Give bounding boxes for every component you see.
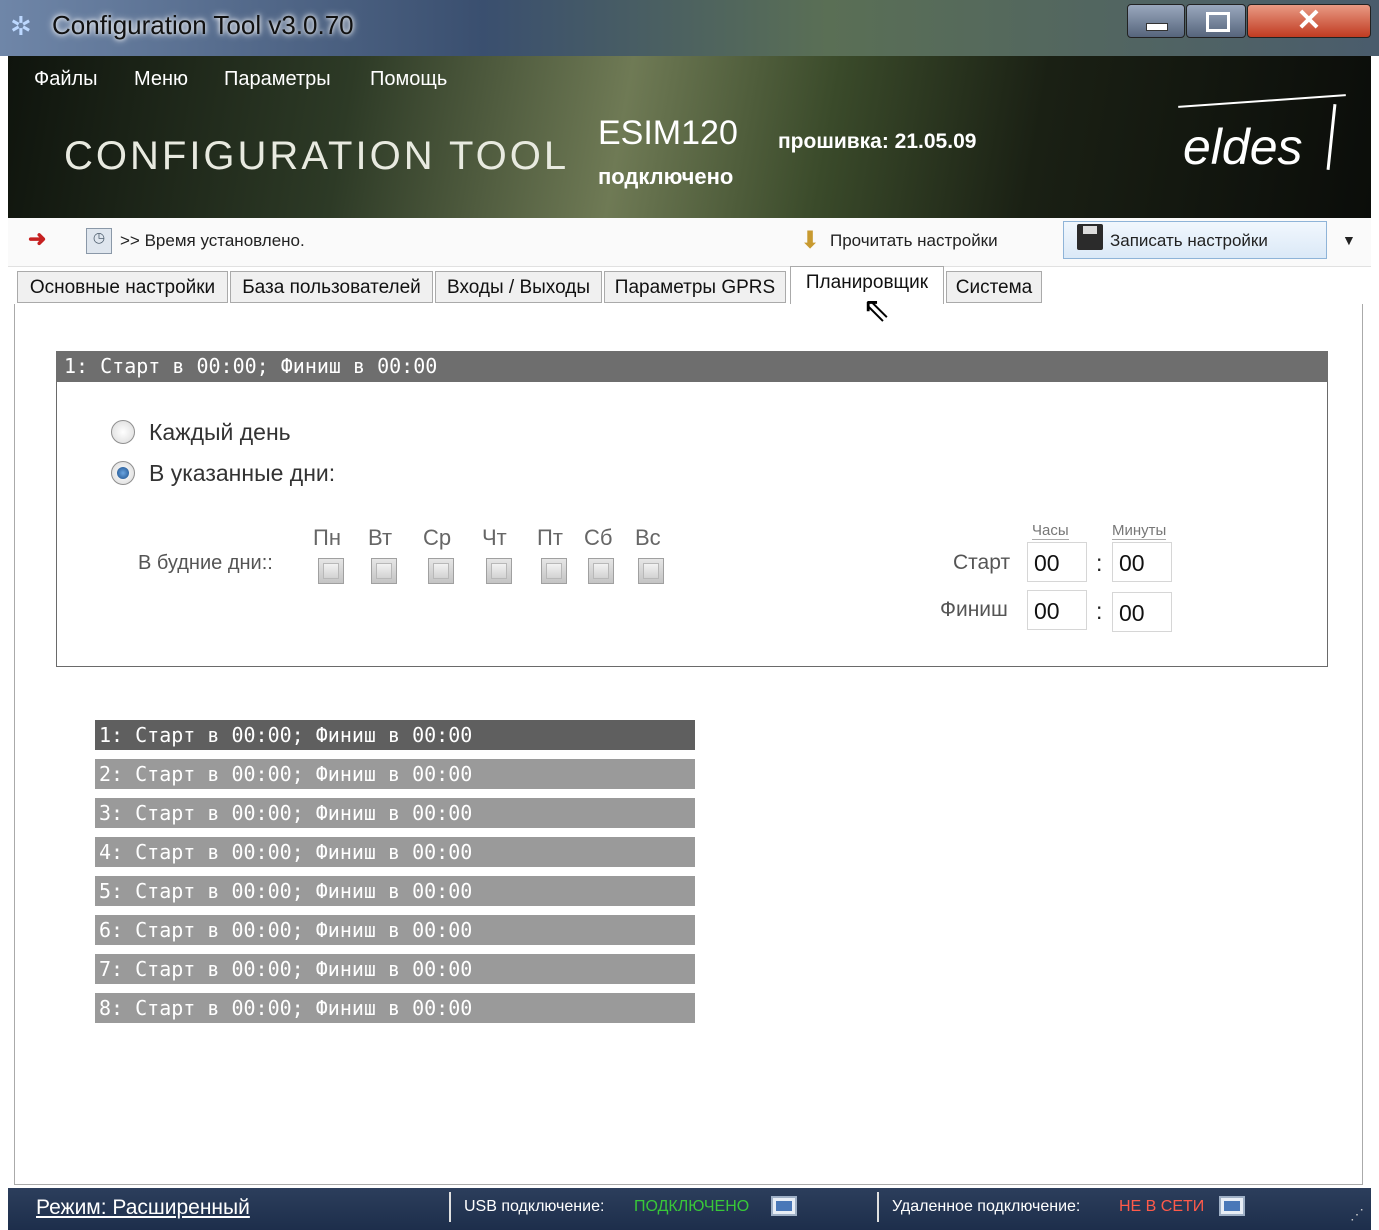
header-banner: Файлы Меню Параметры Помощь CONFIGURATIO… xyxy=(8,56,1371,218)
tab-main-settings[interactable]: Основные настройки xyxy=(17,271,228,303)
start-colon: : xyxy=(1096,550,1103,576)
maximize-icon xyxy=(1206,12,1230,32)
brand-title: CONFIGURATION TOOL xyxy=(64,134,570,178)
menu-menu[interactable]: Меню xyxy=(134,68,188,91)
download-arrow-icon[interactable]: ⬇ xyxy=(800,226,820,255)
menu-help[interactable]: Помощь xyxy=(370,68,447,91)
status-divider xyxy=(877,1192,879,1222)
close-icon: ✕ xyxy=(1296,4,1322,37)
save-disk-icon xyxy=(1077,224,1103,250)
start-minutes-input[interactable]: 00 xyxy=(1112,542,1172,582)
exit-icon[interactable]: ➜ xyxy=(28,226,54,252)
finish-colon: : xyxy=(1096,598,1103,624)
read-settings-button[interactable]: Прочитать настройки xyxy=(830,231,998,251)
device-name: ESIM120 xyxy=(598,114,738,152)
menu-parameters[interactable]: Параметры xyxy=(224,68,331,91)
day-label-mon: Пн xyxy=(313,525,341,550)
weekdays-label: В будние дни:: xyxy=(138,552,273,574)
status-divider xyxy=(449,1192,451,1222)
schedule-item-4[interactable]: 4: Старт в 00:00; Финиш в 00:00 xyxy=(95,837,695,867)
eldes-logo: eldes xyxy=(1183,119,1303,175)
schedule-item-7[interactable]: 7: Старт в 00:00; Финиш в 00:00 xyxy=(95,954,695,984)
tab-user-database[interactable]: База пользователей xyxy=(230,271,433,303)
connection-status: подключено xyxy=(598,164,734,189)
radio-every-day[interactable] xyxy=(111,420,135,444)
start-label: Старт xyxy=(953,551,1011,574)
logo-bar xyxy=(1326,104,1337,170)
set-time-icon[interactable]: ◷ xyxy=(86,228,112,254)
day-label-wed: Ср xyxy=(423,525,452,550)
day-label-fri: Пт xyxy=(537,525,563,550)
app-icon: ✲ xyxy=(10,11,32,41)
day-label-thu: Чт xyxy=(482,525,507,550)
firmware-version: прошивка: 21.05.09 xyxy=(778,130,977,153)
finish-minutes-input[interactable]: 00 xyxy=(1112,592,1172,632)
usb-label: USB подключение: xyxy=(464,1198,605,1215)
schedule-item-3[interactable]: 3: Старт в 00:00; Финиш в 00:00 xyxy=(95,798,695,828)
checkbox-fri[interactable] xyxy=(541,558,567,584)
chevron-down-icon[interactable]: ▼ xyxy=(1342,232,1356,248)
hours-header: Часы xyxy=(1032,522,1069,540)
remote-label: Удаленное подключение: xyxy=(892,1198,1081,1215)
schedule-item-5[interactable]: 5: Старт в 00:00; Финиш в 00:00 xyxy=(95,876,695,906)
mouse-cursor-icon: ⇖ xyxy=(862,291,891,329)
day-label-tue: Вт xyxy=(368,525,393,550)
usb-monitor-icon xyxy=(771,1196,797,1216)
tab-inputs-outputs[interactable]: Входы / Выходы xyxy=(435,271,602,303)
finish-hours-input[interactable]: 00 xyxy=(1027,590,1087,630)
mode-selector[interactable]: Режим: Расширенный xyxy=(36,1196,250,1220)
minimize-icon xyxy=(1146,23,1168,31)
radio-every-day-label: Каждый день xyxy=(149,419,291,445)
schedule-item-1[interactable]: 1: Старт в 00:00; Финиш в 00:00 xyxy=(95,720,695,750)
schedule-item-2[interactable]: 2: Старт в 00:00; Финиш в 00:00 xyxy=(95,759,695,789)
checkbox-tue[interactable] xyxy=(371,558,397,584)
checkbox-thu[interactable] xyxy=(486,558,512,584)
close-button[interactable]: ✕ xyxy=(1247,4,1371,38)
minutes-header: Минуты xyxy=(1112,522,1167,540)
checkbox-wed[interactable] xyxy=(428,558,454,584)
schedule-item-6[interactable]: 6: Старт в 00:00; Финиш в 00:00 xyxy=(95,915,695,945)
checkbox-sun[interactable] xyxy=(638,558,664,584)
tab-system[interactable]: Система xyxy=(946,271,1042,303)
maximize-button[interactable] xyxy=(1186,4,1246,38)
start-hours-input[interactable]: 00 xyxy=(1027,542,1087,582)
menu-files[interactable]: Файлы xyxy=(34,68,98,91)
remote-monitor-icon xyxy=(1219,1196,1245,1216)
resize-grip-icon[interactable]: ⋰ xyxy=(1350,1206,1364,1223)
schedule-item-8[interactable]: 8: Старт в 00:00; Финиш в 00:00 xyxy=(95,993,695,1023)
minimize-button[interactable] xyxy=(1127,4,1185,38)
day-label-sat: Сб xyxy=(584,525,613,550)
checkbox-mon[interactable] xyxy=(318,558,344,584)
radio-specific-days-label: В указанные дни: xyxy=(149,460,336,486)
logo-line xyxy=(1178,94,1346,108)
radio-specific-days[interactable] xyxy=(111,461,135,485)
tab-gprs-parameters[interactable]: Параметры GPRS xyxy=(604,271,786,303)
panel-header: 1: Старт в 00:00; Финиш в 00:00 xyxy=(56,351,1328,382)
usb-status-value: ПОДКЛЮЧЕНО xyxy=(634,1198,750,1215)
finish-label: Финиш xyxy=(940,598,1008,621)
remote-status-value: НЕ В СЕТИ xyxy=(1119,1198,1205,1215)
toolbar-message: >> Время установлено. xyxy=(120,231,305,250)
checkbox-sat[interactable] xyxy=(588,558,614,584)
day-label-sun: Вс xyxy=(635,525,661,550)
write-settings-label: Записать настройки xyxy=(1110,231,1268,250)
window-title: Configuration Tool v3.0.70 xyxy=(52,10,354,40)
